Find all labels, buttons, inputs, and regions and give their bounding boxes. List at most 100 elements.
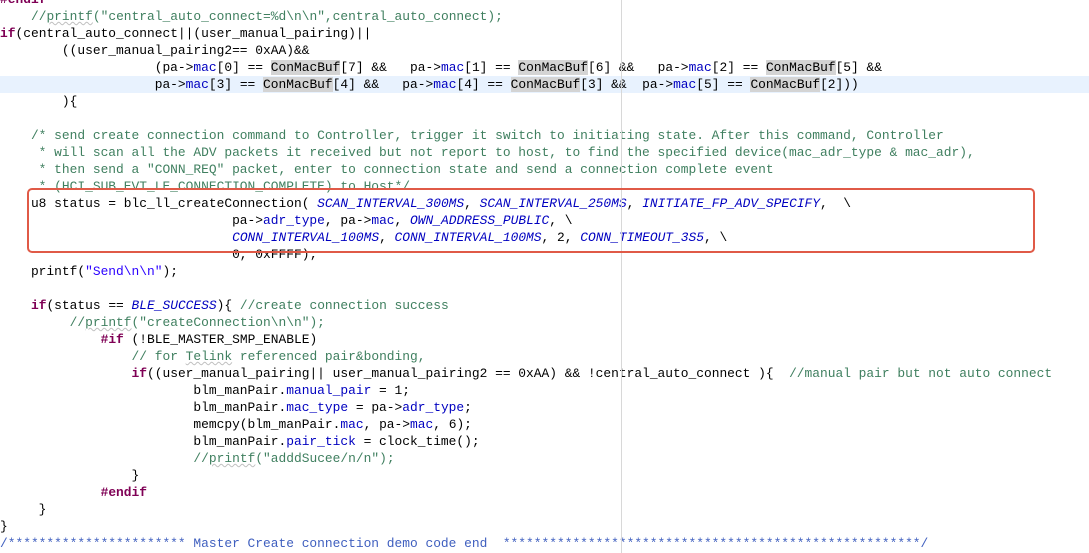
code-token: (!BLE_MASTER_SMP_ENABLE) xyxy=(123,332,318,347)
code-token: , xyxy=(626,196,643,211)
code-line[interactable]: #endif xyxy=(0,484,1089,501)
code-token: ("createConnection\n\n"); xyxy=(131,315,325,330)
code-line[interactable]: // for Telink referenced pair&bonding, xyxy=(0,348,1089,365)
code-token: mac xyxy=(193,60,217,75)
code-token: [0] == xyxy=(216,60,271,75)
code-line[interactable]: #endif xyxy=(0,0,1089,8)
code-token: printf xyxy=(46,9,93,24)
code-token: // xyxy=(193,451,209,466)
code-token: mac xyxy=(371,213,395,228)
code-token: 0, 0xFFFF); xyxy=(0,247,318,262)
code-token: if xyxy=(131,366,147,381)
code-token: , \ xyxy=(549,213,573,228)
code-token: if xyxy=(30,298,47,313)
code-token: // for xyxy=(131,349,186,364)
code-line[interactable]: } xyxy=(0,501,1089,518)
code-line[interactable]: blm_manPair.manual_pair = 1; xyxy=(0,382,1089,399)
code-line[interactable]: * will scan all the ADV packets it recei… xyxy=(0,144,1089,161)
code-line[interactable]: //printf("central_auto_connect=%d\n\n",c… xyxy=(0,8,1089,25)
code-token: // xyxy=(30,9,47,24)
code-token: Telink xyxy=(185,349,233,364)
code-line[interactable]: pa->adr_type, pa->mac, OWN_ADDRESS_PUBLI… xyxy=(0,212,1089,229)
code-token: (status == xyxy=(46,298,132,313)
code-line[interactable]: } xyxy=(0,467,1089,484)
code-token: [6] && pa-> xyxy=(587,60,689,75)
code-token: blm_manPair. xyxy=(0,383,287,398)
code-token: referenced pair&bonding, xyxy=(232,349,426,364)
code-token: u8 status = blc_ll_createConnection( xyxy=(0,196,318,211)
code-token: blm_manPair. xyxy=(0,400,287,415)
code-line[interactable]: printf("Send\n\n"); xyxy=(0,263,1089,280)
code-token: , pa-> xyxy=(363,417,411,432)
code-token: SCAN_INTERVAL_300MS xyxy=(317,196,465,211)
code-line[interactable]: /* send create connection command to Con… xyxy=(0,127,1089,144)
code-line[interactable]: //printf("adddSucee/n/n"); xyxy=(0,450,1089,467)
code-token: ("central_auto_connect=%d\n\n",central_a… xyxy=(92,9,503,24)
code-token: , pa-> xyxy=(324,213,372,228)
code-token: manual_pair xyxy=(286,383,372,398)
code-editor[interactable]: #endif //printf("central_auto_connect=%d… xyxy=(0,0,1089,553)
code-line[interactable]: //printf("createConnection\n\n"); xyxy=(0,314,1089,331)
code-token: printf xyxy=(208,451,256,466)
code-token: = clock_time(); xyxy=(355,434,480,449)
code-token: pa-> xyxy=(0,213,264,228)
code-token: /*********************** Master Create c… xyxy=(0,536,929,551)
code-token: ){ xyxy=(0,94,78,109)
code-line[interactable]: if((user_manual_pairing|| user_manual_pa… xyxy=(0,365,1089,382)
code-line[interactable]: CONN_INTERVAL_100MS, CONN_INTERVAL_100MS… xyxy=(0,229,1089,246)
code-token: mac_type xyxy=(286,400,349,415)
code-token: (pa-> xyxy=(0,60,194,75)
code-line[interactable]: * (HCI_SUB_EVT_LE_CONNECTION_COMPLETE) t… xyxy=(0,178,1089,195)
code-token: [2] == xyxy=(711,60,766,75)
code-line[interactable]: (pa->mac[0] == ConMacBuf[7] && pa->mac[1… xyxy=(0,59,1089,76)
code-token: * will scan all the ADV packets it recei… xyxy=(0,145,975,160)
code-token: = pa-> xyxy=(348,400,403,415)
code-token: //manual pair but not auto connect xyxy=(789,366,1053,381)
code-line[interactable]: memcpy(blm_manPair.mac, pa->mac, 6); xyxy=(0,416,1089,433)
code-token: ConMacBuf xyxy=(765,60,836,75)
code-token: ((user_manual_pairing2== 0xAA)&& xyxy=(0,43,310,58)
code-token: adr_type xyxy=(263,213,325,228)
code-token: [3] && pa-> xyxy=(580,77,674,92)
code-token: CONN_TIMEOUT_3S5 xyxy=(580,230,704,245)
code-line[interactable]: #if (!BLE_MASTER_SMP_ENABLE) xyxy=(0,331,1089,348)
code-line[interactable]: blm_manPair.mac_type = pa->adr_type; xyxy=(0,399,1089,416)
code-line[interactable]: blm_manPair.pair_tick = clock_time(); xyxy=(0,433,1089,450)
code-line[interactable]: pa->mac[3] == ConMacBuf[4] && pa->mac[4]… xyxy=(0,76,1089,93)
code-token: , \ xyxy=(820,196,851,211)
code-line[interactable] xyxy=(0,280,1089,297)
code-line[interactable]: 0, 0xFFFF); xyxy=(0,246,1089,263)
code-line[interactable]: ((user_manual_pairing2== 0xAA)&& xyxy=(0,42,1089,59)
code-token: mac xyxy=(673,77,697,92)
code-token: ConMacBuf xyxy=(263,77,333,92)
code-token: pair_tick xyxy=(286,434,356,449)
code-token: CONN_INTERVAL_100MS xyxy=(232,230,380,245)
code-token: mac xyxy=(185,77,209,92)
code-line[interactable]: ){ xyxy=(0,93,1089,110)
code-token: * (HCI_SUB_EVT_LE_CONNECTION_COMPLETE) t… xyxy=(0,179,410,194)
code-token: #endif xyxy=(0,0,46,7)
code-line[interactable]: if(central_auto_connect||(user_manual_pa… xyxy=(0,25,1089,42)
code-token: [3] == xyxy=(208,77,264,92)
code-token: ){ xyxy=(216,298,240,313)
code-token: ConMacBuf xyxy=(510,77,581,92)
code-token: , \ xyxy=(704,230,728,245)
code-line[interactable]: u8 status = blc_ll_createConnection( SCA… xyxy=(0,195,1089,212)
code-token: , xyxy=(464,196,480,211)
code-token: , xyxy=(394,213,411,228)
code-token: } xyxy=(0,502,47,517)
code-line[interactable]: * then send a "CONN_REQ" packet, enter t… xyxy=(0,161,1089,178)
code-token: [4] == xyxy=(456,77,511,92)
code-line[interactable]: } xyxy=(0,518,1089,535)
code-line[interactable]: if(status == BLE_SUCCESS){ //create conn… xyxy=(0,297,1089,314)
code-token: blm_manPair. xyxy=(0,434,287,449)
code-line[interactable] xyxy=(0,110,1089,127)
code-line[interactable]: /*********************** Master Create c… xyxy=(0,535,1089,552)
code-token: = 1; xyxy=(371,383,410,398)
code-token: OWN_ADDRESS_PUBLIC xyxy=(410,213,550,228)
print-margin-line xyxy=(621,0,622,553)
